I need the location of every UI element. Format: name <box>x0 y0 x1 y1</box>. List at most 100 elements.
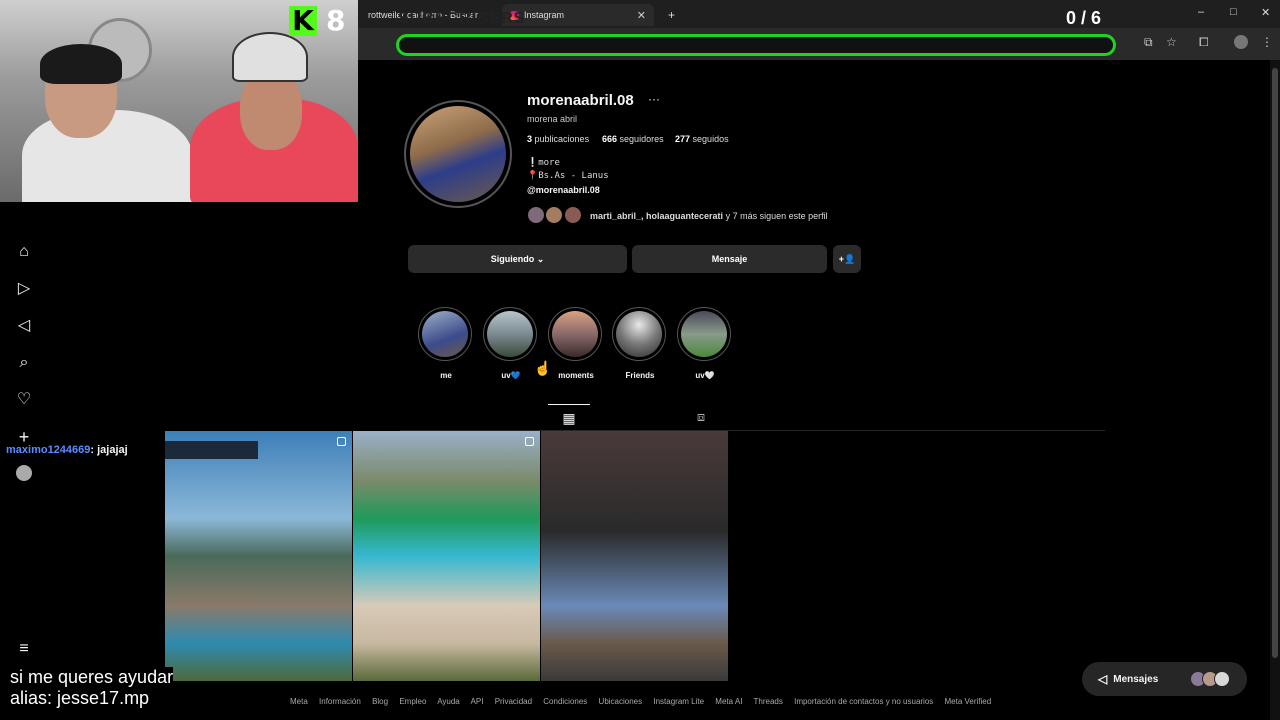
install-app-icon[interactable]: ⧉ <box>1144 35 1153 50</box>
donation-text: si me queres ayudar alias: jesse17.mp <box>10 667 174 709</box>
highlight-cover <box>677 307 731 361</box>
explore-icon[interactable]: ◁ <box>14 316 34 336</box>
extensions-icon[interactable]: ⧠ <box>1199 35 1209 50</box>
close-tab-icon[interactable]: ✕ <box>637 9 646 22</box>
chat-blank-bar <box>165 441 258 459</box>
streamer-right-cap <box>232 32 308 82</box>
followers-count[interactable]: 666 seguidores <box>602 134 664 144</box>
follower-avatar <box>527 206 545 224</box>
kick-logo: K <box>289 6 317 36</box>
carousel-icon <box>525 437 534 446</box>
donation-line-1: si me queres ayudar <box>10 667 174 687</box>
highlight-cover <box>483 307 537 361</box>
footer-link[interactable]: Meta <box>290 697 308 706</box>
close-window-button[interactable]: ✕ <box>1261 6 1270 19</box>
footer-link[interactable]: Blog <box>372 697 388 706</box>
post-thumbnail[interactable] <box>353 431 540 681</box>
highlight-label: moments <box>558 371 594 380</box>
footer-link[interactable]: Ubicaciones <box>599 697 643 706</box>
message-avatar <box>1214 671 1230 687</box>
posts-grid-tab[interactable]: ▦ <box>548 404 590 430</box>
bio-line-2: 📍Bs.As - Lanus <box>527 171 609 181</box>
minimize-button[interactable]: – <box>1198 6 1204 18</box>
paper-plane-icon: ◁ <box>1098 672 1108 686</box>
browser-toolbar: ⧉ ☆ ⧠ ⋮ <box>358 28 1280 60</box>
streamer-right-face <box>240 70 302 150</box>
profile-full-name: morena abril <box>527 114 578 124</box>
search-icon[interactable]: ⌕ <box>14 353 34 373</box>
tagged-tab[interactable]: ⧈ <box>690 404 712 430</box>
more-options-icon[interactable]: ··· <box>648 92 660 106</box>
footer-link[interactable]: Meta AI <box>715 697 742 706</box>
footer-link[interactable]: Threads <box>754 697 783 706</box>
tab-instagram-title: Instagram <box>524 10 565 20</box>
following-count[interactable]: 277 seguidos <box>675 134 729 144</box>
bookmark-star-icon[interactable]: ☆ <box>1166 35 1177 49</box>
messages-label: Mensajes <box>1113 673 1159 685</box>
profile-icon[interactable] <box>16 465 32 481</box>
chat-text: : jajajaj <box>90 444 128 456</box>
grid-icon: ▦ <box>562 410 576 426</box>
highlight-item[interactable]: uv💙 <box>483 307 539 380</box>
suggest-users-button[interactable]: +👤 <box>833 245 861 273</box>
address-bar[interactable] <box>396 34 1116 56</box>
profile-username: morenaabril.08 <box>527 92 634 109</box>
tagged-icon: ⧈ <box>696 409 706 424</box>
footer-link[interactable]: Ayuda <box>437 697 460 706</box>
follower-avatar <box>564 206 582 224</box>
follower-avatar <box>545 206 563 224</box>
streamer-left-hair <box>40 44 122 84</box>
chat-message: maximo1244669: jajajaj <box>4 444 130 456</box>
footer-link[interactable]: Información <box>319 697 361 706</box>
mouse-cursor-icon: ☝ <box>534 360 552 376</box>
highlight-cover <box>548 307 602 361</box>
browser-menu-icon[interactable]: ⋮ <box>1261 35 1273 49</box>
footer-link[interactable]: Meta Verified <box>945 697 992 706</box>
footer-link[interactable]: Condiciones <box>543 697 587 706</box>
profile-avatar-icon[interactable] <box>1234 35 1248 49</box>
carousel-icon <box>337 437 346 446</box>
home-icon[interactable]: ⌂ <box>14 242 34 262</box>
highlight-label: me <box>440 371 452 380</box>
profile-avatar[interactable] <box>404 100 512 208</box>
heart-icon[interactable]: ♡ <box>14 390 34 410</box>
message-button[interactable]: Mensaje <box>632 245 827 273</box>
messages-button[interactable]: ◁ Mensajes <box>1082 662 1247 696</box>
profile-avatar-image <box>410 106 506 202</box>
followed-by-text[interactable]: marti_abril_, holaaguantecerati y 7 más … <box>590 211 828 221</box>
highlight-cover <box>612 307 666 361</box>
following-button[interactable]: Siguiendo ⌄ <box>408 245 627 273</box>
donation-line-2: alias: jesse17.mp <box>10 688 150 708</box>
footer-link[interactable]: API <box>471 697 484 706</box>
page-scrollbar[interactable] <box>1270 60 1280 720</box>
chat-username: maximo1244669 <box>6 444 91 456</box>
threads-link[interactable]: @morenaabril.08 <box>527 185 600 195</box>
highlight-label: uv🤍 <box>695 371 715 380</box>
highlight-item[interactable]: Friends <box>612 307 668 380</box>
threads-handle: morenaabril.08 <box>535 185 600 195</box>
post-thumbnail[interactable] <box>165 431 352 681</box>
footer-link[interactable]: Importación de contactos y no usuarios <box>794 697 933 706</box>
new-tab-button[interactable]: + <box>660 4 683 26</box>
subscriber-goal-counter: 0 / 6 <box>1066 8 1102 28</box>
highlight-cover <box>418 307 472 361</box>
footer-link[interactable]: Instagram Lite <box>653 697 704 706</box>
highlight-item[interactable]: moments <box>548 307 604 380</box>
footer-link[interactable]: Empleo <box>399 697 426 706</box>
instagram-footer: Meta Información Blog Empleo Ayuda API P… <box>290 697 1000 706</box>
subscribers-label: SUBSCRIBERS <box>398 10 526 27</box>
instagram-sidebar: ⌂ ▷ ◁ ⌕ ♡ + ≡ <box>0 60 48 720</box>
maximize-button[interactable]: □ <box>1230 6 1237 18</box>
highlight-item[interactable]: me <box>418 307 474 380</box>
bio-line-1: ❕more <box>527 158 560 168</box>
menu-icon[interactable]: ≡ <box>14 639 34 659</box>
reels-icon[interactable]: ▷ <box>14 279 34 299</box>
highlight-label: Friends <box>625 371 655 380</box>
footer-link[interactable]: Privacidad <box>495 697 532 706</box>
post-thumbnail[interactable] <box>541 431 728 681</box>
threads-icon: @ <box>527 185 536 195</box>
highlight-item[interactable]: uv🤍 <box>677 307 733 380</box>
posts-count: 3 publicaciones <box>527 134 590 144</box>
highlight-label: uv💙 <box>501 371 521 380</box>
scrollbar-thumb[interactable] <box>1272 68 1278 658</box>
